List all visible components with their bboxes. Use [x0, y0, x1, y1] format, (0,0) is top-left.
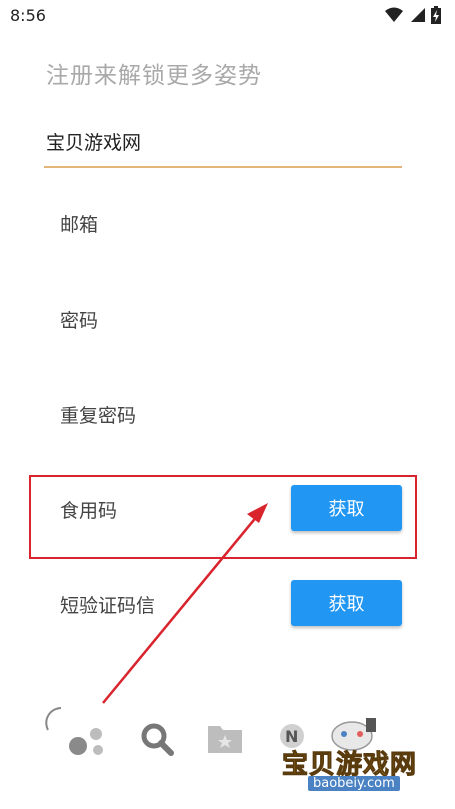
get-sms-code-button[interactable]: 获取 — [291, 580, 402, 626]
status-icons — [385, 6, 441, 24]
status-bar: 8:56 — [0, 0, 455, 32]
sms-code-field[interactable]: 短验证码信 — [60, 591, 155, 618]
wifi-icon — [385, 7, 403, 22]
email-field[interactable]: 邮箱 — [60, 210, 98, 237]
watermark-url: baobeiy.com — [308, 776, 400, 791]
share-icon[interactable] — [68, 724, 108, 758]
username-field[interactable]: 宝贝游戏网 — [44, 120, 402, 168]
highlight-box — [29, 475, 417, 559]
username-value: 宝贝游戏网 — [46, 132, 142, 154]
battery-charging-icon — [431, 6, 441, 24]
watermark-logo: 宝贝游戏网 baobeiy.com — [278, 716, 455, 809]
folder-icon[interactable] — [207, 722, 243, 754]
search-icon[interactable] — [140, 722, 174, 756]
status-time: 8:56 — [10, 6, 46, 25]
cellular-signal-icon — [411, 8, 425, 22]
password-field[interactable]: 密码 — [60, 306, 98, 333]
page-title: 注册来解锁更多姿势 — [46, 63, 262, 89]
repeat-password-field[interactable]: 重复密码 — [60, 401, 136, 428]
